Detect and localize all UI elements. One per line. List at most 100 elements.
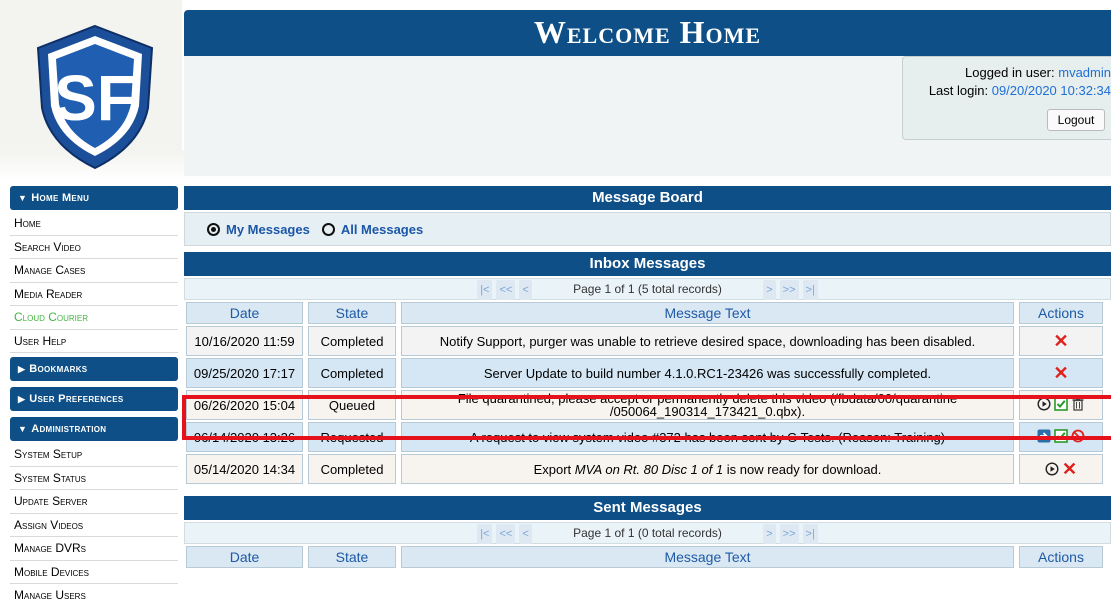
sidebar-item-manage-cases[interactable]: Manage Cases (10, 259, 178, 283)
logged-in-user: mvadmin (1058, 65, 1111, 80)
last-page-button[interactable]: >| (802, 280, 818, 300)
row-date: 05/14/2020 14:34 (186, 454, 303, 484)
sent-messages-title: Sent Messages (184, 496, 1111, 520)
row-actions (1019, 390, 1103, 420)
administration-header[interactable]: ▼ Administration (10, 417, 178, 441)
next-page-button[interactable]: > (763, 280, 776, 300)
message-text-suffix: is now ready for download. (723, 461, 882, 477)
sidebar-item-assign-videos[interactable]: Assign Videos (10, 513, 178, 537)
row-actions: ✕ (1019, 454, 1103, 484)
last-page-button[interactable]: >| (802, 524, 818, 544)
table-row: 09/25/2020 17:17 Completed Server Update… (186, 358, 1103, 388)
sidebar-item-mobile-devices[interactable]: Mobile Devices (10, 560, 178, 584)
last-login-label: Last login: (928, 83, 989, 98)
inbox-pager: |< << < Page 1 of 1 (5 total records) > >> >… (184, 278, 1111, 300)
trash-icon[interactable] (1071, 397, 1085, 411)
triangle-right-icon: ▶ (18, 364, 26, 374)
prev-page-button[interactable]: < (519, 524, 532, 544)
delete-icon[interactable]: ✕ (1062, 460, 1077, 478)
export-name: MVA on Rt. 80 Disc 1 of 1 (574, 461, 724, 477)
accept-icon[interactable] (1054, 428, 1068, 443)
login-info-panel: Logged in user: mvadmin Last login: 09/2… (902, 56, 1111, 140)
radio-unselected-icon[interactable] (321, 222, 335, 236)
sidebar-item-system-status[interactable]: System Status (10, 466, 178, 490)
column-header-date[interactable]: Date (186, 302, 303, 324)
inbox-pager-info: Page 1 of 1 (5 total records) (573, 282, 722, 296)
play-icon[interactable] (1045, 461, 1059, 476)
message-line-2: /050064_190314_173421_0.qbx). (609, 404, 806, 419)
next-page-button[interactable]: > (763, 524, 776, 544)
my-messages-option[interactable]: My Messages (207, 222, 310, 237)
deny-icon[interactable] (1071, 429, 1085, 443)
main-content: Message Board My Messages All Messages I… (184, 186, 1111, 570)
home-menu-label: Home Menu (31, 192, 90, 204)
last-login-row: Last login: 09/20/2020 10:32:34 (903, 83, 1111, 98)
pager-forward-controls: > >> >| (761, 280, 820, 300)
sidebar-item-search-video[interactable]: Search Video (10, 235, 178, 259)
column-header-date[interactable]: Date (186, 546, 303, 568)
sidebar-item-manage-users[interactable]: Manage Users (10, 584, 178, 606)
bookmarks-header[interactable]: ▶ Bookmarks (10, 357, 178, 381)
next-page-group-button[interactable]: >> (779, 524, 799, 544)
radio-selected-icon[interactable] (207, 222, 220, 236)
inbox-table: Date State Message Text Actions 10/16/20… (181, 300, 1108, 486)
row-message-text: Export MVA on Rt. 80 Disc 1 of 1 is now … (401, 454, 1014, 484)
play-icon[interactable] (1037, 396, 1051, 411)
column-header-message-text[interactable]: Message Text (401, 546, 1014, 568)
row-date: 06/14/2020 13:26 (186, 422, 303, 452)
prev-page-group-button[interactable]: << (496, 524, 516, 544)
row-state: Queued (308, 390, 396, 420)
row-message-text: A request to view system video #372 has … (401, 422, 1014, 452)
last-login-value: 09/20/2020 10:32:34 (991, 83, 1111, 98)
sent-table: Date State Message Text Actions (181, 544, 1108, 570)
table-row: 05/14/2020 14:34 Completed Export MVA on… (186, 454, 1103, 484)
sidebar-item-user-help[interactable]: User Help (10, 329, 178, 353)
row-message-text: File quarantined, please accept or perma… (401, 390, 1014, 420)
my-messages-label[interactable]: My Messages (226, 222, 310, 237)
column-header-actions: Actions (1019, 302, 1103, 324)
table-row: 06/26/2020 15:04 Queued File quarantined… (186, 390, 1103, 420)
column-header-message-text[interactable]: Message Text (401, 302, 1014, 324)
row-state: Completed (308, 326, 396, 356)
sidebar-item-system-setup[interactable]: System Setup (10, 443, 178, 467)
page-title: Welcome Home (533, 14, 762, 50)
first-page-button[interactable]: |< (477, 280, 493, 300)
column-header-state[interactable]: State (308, 546, 396, 568)
pager-back-controls: |< << < (475, 280, 534, 300)
row-state: Completed (308, 454, 396, 484)
sent-pager-info: Page 1 of 1 (0 total records) (573, 526, 722, 540)
prev-page-button[interactable]: < (519, 280, 532, 300)
triangle-right-icon: ▶ (18, 394, 26, 404)
next-page-group-button[interactable]: >> (779, 280, 799, 300)
message-filter-row: My Messages All Messages (184, 212, 1111, 246)
logout-button[interactable]: Logout (1047, 109, 1105, 131)
prev-page-group-button[interactable]: << (496, 280, 516, 300)
forward-icon[interactable] (1037, 429, 1051, 443)
row-date: 06/26/2020 15:04 (186, 390, 303, 420)
row-actions: ✕ (1019, 358, 1103, 388)
all-messages-label[interactable]: All Messages (341, 222, 423, 237)
user-preferences-header[interactable]: ▶ User Preferences (10, 387, 178, 411)
column-header-state[interactable]: State (308, 302, 396, 324)
first-page-button[interactable]: |< (477, 524, 493, 544)
triangle-down-icon: ▼ (18, 424, 28, 434)
sidebar-item-media-reader[interactable]: Media Reader (10, 282, 178, 306)
sidebar-item-cloud-courier[interactable]: Cloud Courier (10, 306, 178, 330)
sf-shield-logo: SF (36, 24, 154, 170)
accept-icon[interactable] (1054, 396, 1068, 411)
logo-lettering: SF (54, 62, 136, 134)
sidebar-item-update-server[interactable]: Update Server (10, 490, 178, 514)
sidebar-item-home[interactable]: Home (10, 212, 178, 236)
sidebar-item-manage-dvrs[interactable]: Manage DVRs (10, 537, 178, 561)
logged-in-label: Logged in user: (965, 65, 1055, 80)
delete-icon[interactable]: ✕ (1053, 363, 1068, 383)
delete-icon[interactable]: ✕ (1053, 331, 1068, 351)
home-menu-header[interactable]: ▼ Home Menu (10, 186, 178, 210)
triangle-down-icon: ▼ (18, 193, 28, 203)
row-date: 10/16/2020 11:59 (186, 326, 303, 356)
table-row: 06/14/2020 13:26 Requested A request to … (186, 422, 1103, 452)
column-header-actions: Actions (1019, 546, 1103, 568)
all-messages-option[interactable]: All Messages (321, 222, 423, 237)
administration-label: Administration (31, 423, 107, 435)
message-text-prefix: Export (533, 461, 575, 477)
